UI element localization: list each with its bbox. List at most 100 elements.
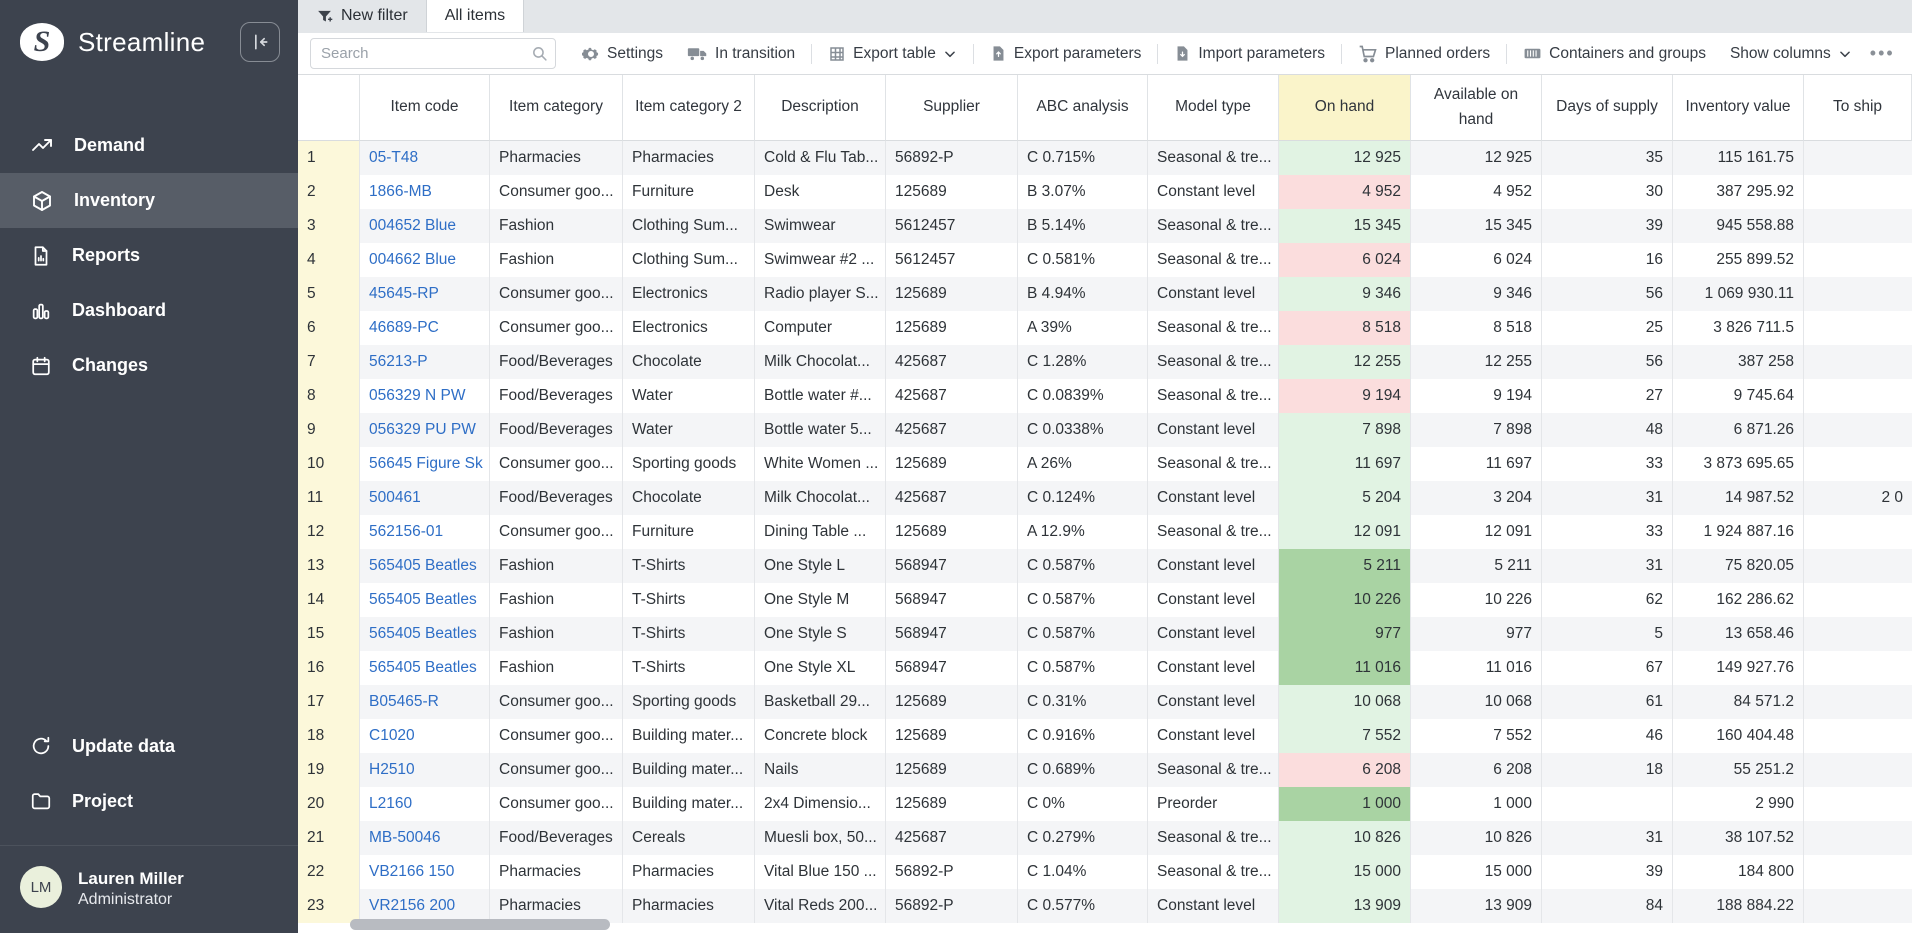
model-type-cell[interactable]: Seasonal & tre...	[1148, 447, 1279, 481]
item-category-cell[interactable]: Consumer goo...	[490, 787, 623, 821]
supplier-cell[interactable]: 425687	[886, 413, 1018, 447]
abc-analysis-cell[interactable]: C 0.587%	[1018, 583, 1148, 617]
search-input[interactable]	[310, 38, 556, 69]
available-on-hand-cell[interactable]: 6 024	[1411, 243, 1542, 277]
item-code-link[interactable]: B05465-R	[360, 685, 490, 719]
model-type-cell[interactable]: Seasonal & tre...	[1148, 821, 1279, 855]
days-of-supply-cell[interactable]: 31	[1542, 549, 1673, 583]
to-ship-cell[interactable]	[1804, 413, 1912, 447]
row-number[interactable]: 15	[298, 617, 360, 651]
on-hand-cell[interactable]: 7 552	[1279, 719, 1411, 753]
available-on-hand-cell[interactable]: 9 194	[1411, 379, 1542, 413]
model-type-cell[interactable]: Seasonal & tre...	[1148, 311, 1279, 345]
days-of-supply-cell[interactable]: 67	[1542, 651, 1673, 685]
supplier-cell[interactable]: 125689	[886, 515, 1018, 549]
inventory-value-cell[interactable]: 84 571.2	[1673, 685, 1804, 719]
item-code-link[interactable]: VR2156 200	[360, 889, 490, 923]
days-of-supply-cell[interactable]: 31	[1542, 821, 1673, 855]
export-table-button[interactable]: Export table	[818, 38, 967, 69]
row-number[interactable]: 21	[298, 821, 360, 855]
description-cell[interactable]: One Style L	[755, 549, 886, 583]
sidebar-item-dashboard[interactable]: Dashboard	[0, 283, 298, 338]
abc-analysis-cell[interactable]: A 26%	[1018, 447, 1148, 481]
containers-and-groups-button[interactable]: Containers and groups	[1513, 38, 1716, 69]
column-header-inventory-value[interactable]: Inventory value	[1673, 75, 1804, 141]
model-type-cell[interactable]: Constant level	[1148, 719, 1279, 753]
column-header-available-on-hand[interactable]: Available on hand	[1411, 75, 1542, 141]
inventory-value-cell[interactable]: 6 871.26	[1673, 413, 1804, 447]
to-ship-cell[interactable]	[1804, 753, 1912, 787]
tab-all-items[interactable]: All items	[425, 0, 525, 32]
available-on-hand-cell[interactable]: 12 925	[1411, 141, 1542, 175]
item-code-link[interactable]: C1020	[360, 719, 490, 753]
days-of-supply-cell[interactable]: 39	[1542, 209, 1673, 243]
inventory-value-cell[interactable]: 14 987.52	[1673, 481, 1804, 515]
item-category2-cell[interactable]: Pharmacies	[623, 141, 755, 175]
supplier-cell[interactable]: 425687	[886, 481, 1018, 515]
column-header-on-hand[interactable]: On hand	[1279, 75, 1411, 141]
days-of-supply-cell[interactable]	[1542, 787, 1673, 821]
item-category-cell[interactable]: Food/Beverages	[490, 379, 623, 413]
item-code-link[interactable]: 562156-01	[360, 515, 490, 549]
model-type-cell[interactable]: Constant level	[1148, 277, 1279, 311]
sidebar-item-demand[interactable]: Demand	[0, 118, 298, 173]
item-category2-cell[interactable]: Water	[623, 379, 755, 413]
days-of-supply-cell[interactable]: 39	[1542, 855, 1673, 889]
item-category-cell[interactable]: Fashion	[490, 617, 623, 651]
item-category-cell[interactable]: Food/Beverages	[490, 345, 623, 379]
model-type-cell[interactable]: Constant level	[1148, 481, 1279, 515]
item-category2-cell[interactable]: Cereals	[623, 821, 755, 855]
available-on-hand-cell[interactable]: 3 204	[1411, 481, 1542, 515]
available-on-hand-cell[interactable]: 12 255	[1411, 345, 1542, 379]
item-category2-cell[interactable]: Sporting goods	[623, 685, 755, 719]
item-category-cell[interactable]: Pharmacies	[490, 141, 623, 175]
description-cell[interactable]: Concrete block	[755, 719, 886, 753]
description-cell[interactable]: Swimwear	[755, 209, 886, 243]
description-cell[interactable]: Milk Chocolat...	[755, 481, 886, 515]
toolbar-overflow-button[interactable]: •••	[1870, 43, 1901, 64]
model-type-cell[interactable]: Seasonal & tre...	[1148, 345, 1279, 379]
available-on-hand-cell[interactable]: 977	[1411, 617, 1542, 651]
on-hand-cell[interactable]: 9 194	[1279, 379, 1411, 413]
days-of-supply-cell[interactable]: 31	[1542, 481, 1673, 515]
tab-new-filter[interactable]: New filter	[298, 0, 426, 32]
item-category-cell[interactable]: Fashion	[490, 209, 623, 243]
inventory-value-cell[interactable]: 13 658.46	[1673, 617, 1804, 651]
abc-analysis-cell[interactable]: C 0.577%	[1018, 889, 1148, 923]
to-ship-cell[interactable]: 2 0	[1804, 481, 1912, 515]
item-code-link[interactable]: H2510	[360, 753, 490, 787]
abc-analysis-cell[interactable]: B 5.14%	[1018, 209, 1148, 243]
item-code-link[interactable]: MB-50046	[360, 821, 490, 855]
item-category-cell[interactable]: Fashion	[490, 549, 623, 583]
column-header-description[interactable]: Description	[755, 75, 886, 141]
to-ship-cell[interactable]	[1804, 345, 1912, 379]
supplier-cell[interactable]: 425687	[886, 821, 1018, 855]
item-code-link[interactable]: L2160	[360, 787, 490, 821]
row-number[interactable]: 23	[298, 889, 360, 923]
sidebar-item-inventory[interactable]: Inventory	[0, 173, 298, 228]
to-ship-cell[interactable]	[1804, 311, 1912, 345]
abc-analysis-cell[interactable]: A 12.9%	[1018, 515, 1148, 549]
available-on-hand-cell[interactable]: 12 091	[1411, 515, 1542, 549]
inventory-value-cell[interactable]: 188 884.22	[1673, 889, 1804, 923]
item-category2-cell[interactable]: T-Shirts	[623, 617, 755, 651]
on-hand-cell[interactable]: 10 068	[1279, 685, 1411, 719]
description-cell[interactable]: One Style S	[755, 617, 886, 651]
item-code-link[interactable]: 565405 Beatles	[360, 549, 490, 583]
item-category-cell[interactable]: Consumer goo...	[490, 515, 623, 549]
description-cell[interactable]: Radio player S...	[755, 277, 886, 311]
abc-analysis-cell[interactable]: C 0.916%	[1018, 719, 1148, 753]
to-ship-cell[interactable]	[1804, 855, 1912, 889]
to-ship-cell[interactable]	[1804, 175, 1912, 209]
days-of-supply-cell[interactable]: 48	[1542, 413, 1673, 447]
inventory-value-cell[interactable]: 75 820.05	[1673, 549, 1804, 583]
horizontal-scrollbar[interactable]	[350, 919, 610, 930]
supplier-cell[interactable]: 568947	[886, 583, 1018, 617]
on-hand-cell[interactable]: 15 345	[1279, 209, 1411, 243]
row-number[interactable]: 13	[298, 549, 360, 583]
to-ship-cell[interactable]	[1804, 549, 1912, 583]
column-header-model-type[interactable]: Model type	[1148, 75, 1279, 141]
item-code-link[interactable]: 565405 Beatles	[360, 583, 490, 617]
inventory-value-cell[interactable]: 2 990	[1673, 787, 1804, 821]
item-category2-cell[interactable]: Electronics	[623, 277, 755, 311]
